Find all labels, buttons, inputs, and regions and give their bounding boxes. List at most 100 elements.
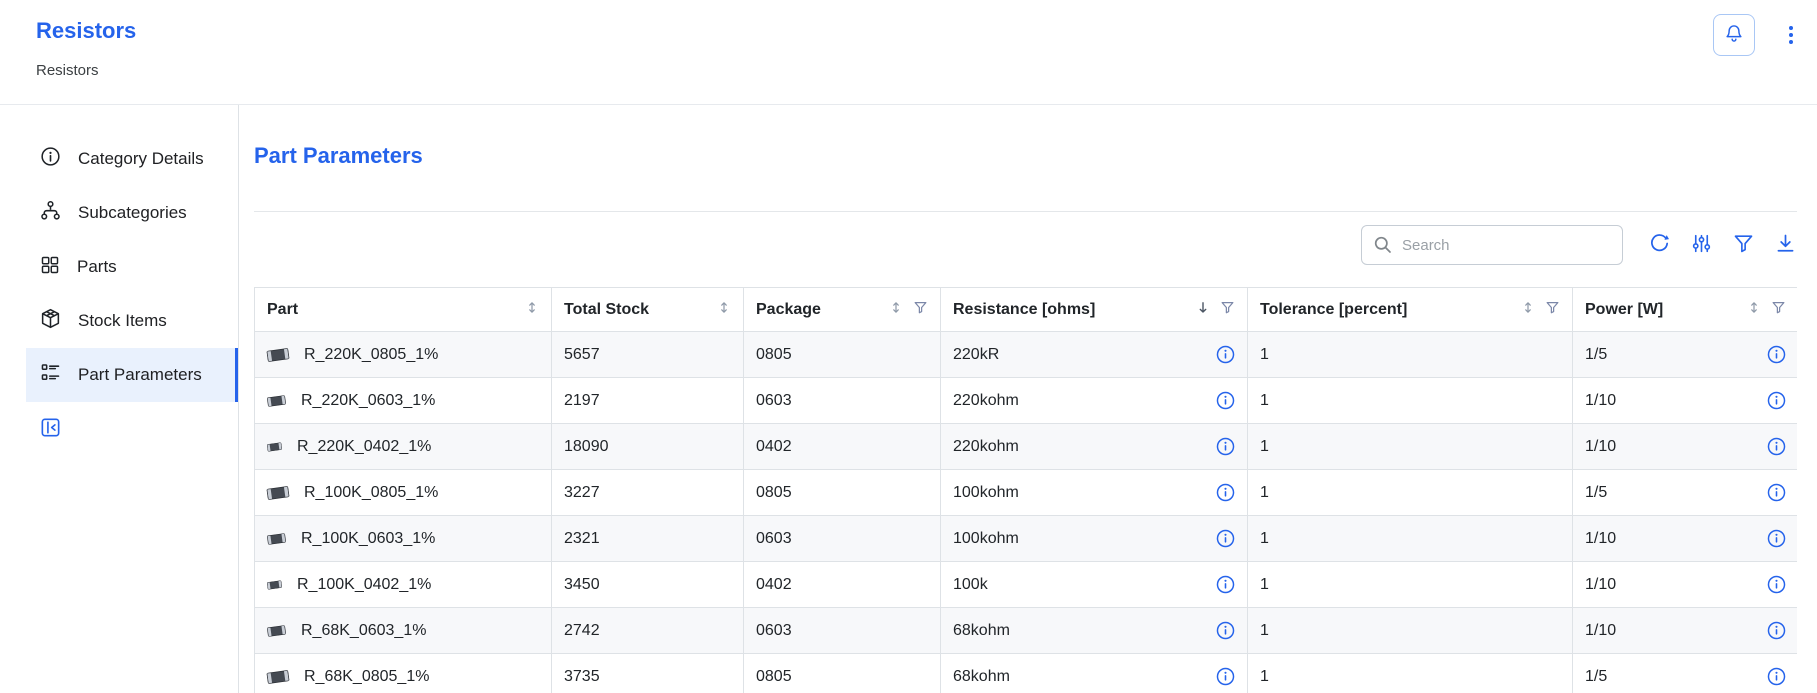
sidebar-item-label: Subcategories <box>78 203 187 223</box>
cell-package: 0805 <box>744 470 941 516</box>
filter-icon <box>1732 232 1755 258</box>
part-thumbnail-icon <box>267 534 286 544</box>
more-options-button[interactable] <box>1779 24 1803 48</box>
part-name: R_220K_0402_1% <box>297 438 431 456</box>
filter-button[interactable] <box>1732 232 1755 258</box>
power-info-icon[interactable] <box>1767 437 1786 456</box>
column-header[interactable]: Total Stock <box>552 288 744 332</box>
download-button[interactable] <box>1774 232 1797 258</box>
power-info-icon[interactable] <box>1767 667 1786 686</box>
table-row[interactable]: R_220K_0402_1%180900402220kohm11/10 <box>255 424 1798 470</box>
collapse-sidebar-button[interactable] <box>39 416 62 442</box>
table-row[interactable]: R_68K_0603_1%2742060368kohm11/10 <box>255 608 1798 654</box>
cell-part: R_100K_0805_1% <box>255 470 552 516</box>
sort-desc-icon[interactable] <box>1196 300 1210 320</box>
resistance-value: 220kohm <box>953 438 1019 456</box>
column-filter-icon[interactable] <box>913 300 928 320</box>
resistance-info-icon[interactable] <box>1216 483 1235 502</box>
sort-icon[interactable] <box>1521 300 1535 320</box>
sidebar-item-label: Parts <box>77 257 117 277</box>
cell-package: 0603 <box>744 608 941 654</box>
refresh-button[interactable] <box>1648 232 1671 258</box>
cell-power: 1/10 <box>1573 562 1798 608</box>
power-info-icon[interactable] <box>1767 345 1786 364</box>
column-settings-button[interactable] <box>1690 232 1713 258</box>
cell-total-stock: 2742 <box>552 608 744 654</box>
sort-icon[interactable] <box>889 300 903 320</box>
column-header[interactable]: Tolerance [percent] <box>1248 288 1573 332</box>
notifications-button[interactable] <box>1713 14 1755 56</box>
cell-total-stock: 18090 <box>552 424 744 470</box>
sort-icon[interactable] <box>1747 300 1761 320</box>
cell-resistance: 68kohm <box>941 654 1248 693</box>
cell-resistance: 100kohm <box>941 516 1248 562</box>
cell-part: R_100K_0603_1% <box>255 516 552 562</box>
cell-package: 0805 <box>744 332 941 378</box>
column-filter-icon[interactable] <box>1545 300 1560 320</box>
resistance-value: 100k <box>953 576 988 594</box>
table-row[interactable]: R_100K_0805_1%32270805100kohm11/5 <box>255 470 1798 516</box>
cell-tolerance: 1 <box>1248 654 1573 693</box>
cell-package: 0402 <box>744 424 941 470</box>
cell-resistance: 220kR <box>941 332 1248 378</box>
cell-resistance: 100k <box>941 562 1248 608</box>
part-name: R_100K_0603_1% <box>301 530 435 548</box>
cell-part: R_100K_0402_1% <box>255 562 552 608</box>
sidebar-item-category-details[interactable]: Category Details <box>26 132 238 186</box>
resistance-info-icon[interactable] <box>1216 621 1235 640</box>
cell-total-stock: 2197 <box>552 378 744 424</box>
sidebar-item-label: Stock Items <box>78 311 167 331</box>
cell-tolerance: 1 <box>1248 562 1573 608</box>
resistance-info-icon[interactable] <box>1216 529 1235 548</box>
resistance-info-icon[interactable] <box>1216 575 1235 594</box>
resistance-value: 100kohm <box>953 530 1019 548</box>
part-name: R_100K_0805_1% <box>304 484 438 502</box>
table-row[interactable]: R_68K_0805_1%3735080568kohm11/5 <box>255 654 1798 693</box>
column-header[interactable]: Part <box>255 288 552 332</box>
divider <box>254 211 1797 212</box>
cell-part: R_68K_0603_1% <box>255 608 552 654</box>
resistance-info-icon[interactable] <box>1216 437 1235 456</box>
cell-power: 1/10 <box>1573 608 1798 654</box>
table-row[interactable]: R_100K_0603_1%23210603100kohm11/10 <box>255 516 1798 562</box>
resistance-value: 220kR <box>953 346 999 364</box>
column-header[interactable]: Power [W] <box>1573 288 1798 332</box>
cell-power: 1/10 <box>1573 516 1798 562</box>
column-header[interactable]: Resistance [ohms] <box>941 288 1248 332</box>
column-header[interactable]: Package <box>744 288 941 332</box>
column-label: Part <box>267 301 298 319</box>
sort-icon[interactable] <box>717 300 731 320</box>
column-filter-icon[interactable] <box>1771 300 1786 320</box>
box-icon <box>39 307 62 335</box>
power-info-icon[interactable] <box>1767 483 1786 502</box>
power-info-icon[interactable] <box>1767 529 1786 548</box>
power-info-icon[interactable] <box>1767 575 1786 594</box>
refresh-icon <box>1648 232 1671 258</box>
resistance-value: 220kohm <box>953 392 1019 410</box>
resistance-info-icon[interactable] <box>1216 391 1235 410</box>
section-title: Part Parameters <box>254 143 423 169</box>
cell-part: R_220K_0805_1% <box>255 332 552 378</box>
cell-tolerance: 1 <box>1248 378 1573 424</box>
sort-icon[interactable] <box>525 300 539 320</box>
search-icon <box>1372 234 1394 261</box>
power-info-icon[interactable] <box>1767 621 1786 640</box>
cell-resistance: 220kohm <box>941 424 1248 470</box>
column-filter-icon[interactable] <box>1220 300 1235 320</box>
cell-tolerance: 1 <box>1248 332 1573 378</box>
column-label: Resistance [ohms] <box>953 301 1095 319</box>
cell-package: 0603 <box>744 516 941 562</box>
search-input[interactable] <box>1361 225 1623 265</box>
part-thumbnail-icon <box>267 671 289 683</box>
resistance-info-icon[interactable] <box>1216 345 1235 364</box>
sidebar-item-subcategories[interactable]: Subcategories <box>26 186 238 240</box>
info-circle-icon <box>39 145 62 173</box>
table-row[interactable]: R_100K_0402_1%34500402100k11/10 <box>255 562 1798 608</box>
sidebar-item-part-parameters[interactable]: Part Parameters <box>26 348 238 402</box>
table-row[interactable]: R_220K_0603_1%21970603220kohm11/10 <box>255 378 1798 424</box>
sidebar-item-parts[interactable]: Parts <box>26 240 238 294</box>
resistance-info-icon[interactable] <box>1216 667 1235 686</box>
table-row[interactable]: R_220K_0805_1%56570805220kR11/5 <box>255 332 1798 378</box>
sidebar-item-stock-items[interactable]: Stock Items <box>26 294 238 348</box>
power-info-icon[interactable] <box>1767 391 1786 410</box>
